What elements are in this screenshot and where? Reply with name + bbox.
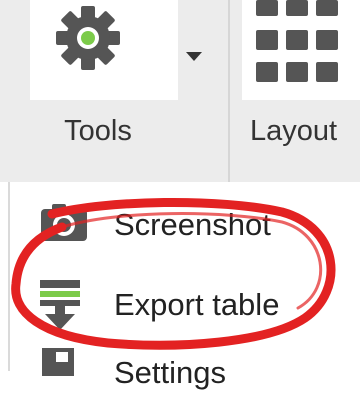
menu-item-label: Settings bbox=[114, 355, 227, 390]
grid-icon bbox=[256, 0, 338, 82]
layout-button[interactable]: Layout bbox=[238, 0, 360, 182]
tools-icon-tile[interactable] bbox=[30, 0, 178, 100]
ribbon-toolbar: Tools Layout bbox=[0, 0, 360, 182]
gear-center-dot bbox=[81, 31, 95, 45]
layout-label: Layout bbox=[250, 115, 338, 147]
menu-item-label: Screenshot bbox=[114, 207, 271, 242]
menu-item-label: Export table bbox=[114, 287, 280, 322]
tools-label: Tools bbox=[64, 115, 132, 147]
camera-icon bbox=[38, 200, 90, 249]
tools-dropdown-arrow-icon[interactable] bbox=[186, 52, 202, 61]
layout-icon-tile[interactable] bbox=[242, 0, 360, 100]
gear-icon bbox=[56, 6, 120, 70]
menu-item-settings[interactable]: Settings bbox=[18, 342, 360, 404]
menu-item-export-table[interactable]: Export table bbox=[18, 274, 360, 336]
export-table-icon bbox=[38, 280, 90, 337]
tools-button[interactable]: Tools bbox=[8, 0, 221, 182]
menu-item-screenshot[interactable]: Screenshot bbox=[18, 194, 360, 256]
ribbon-separator bbox=[228, 0, 230, 182]
tools-dropdown-menu: Screenshot Export table Settings bbox=[8, 182, 360, 390]
